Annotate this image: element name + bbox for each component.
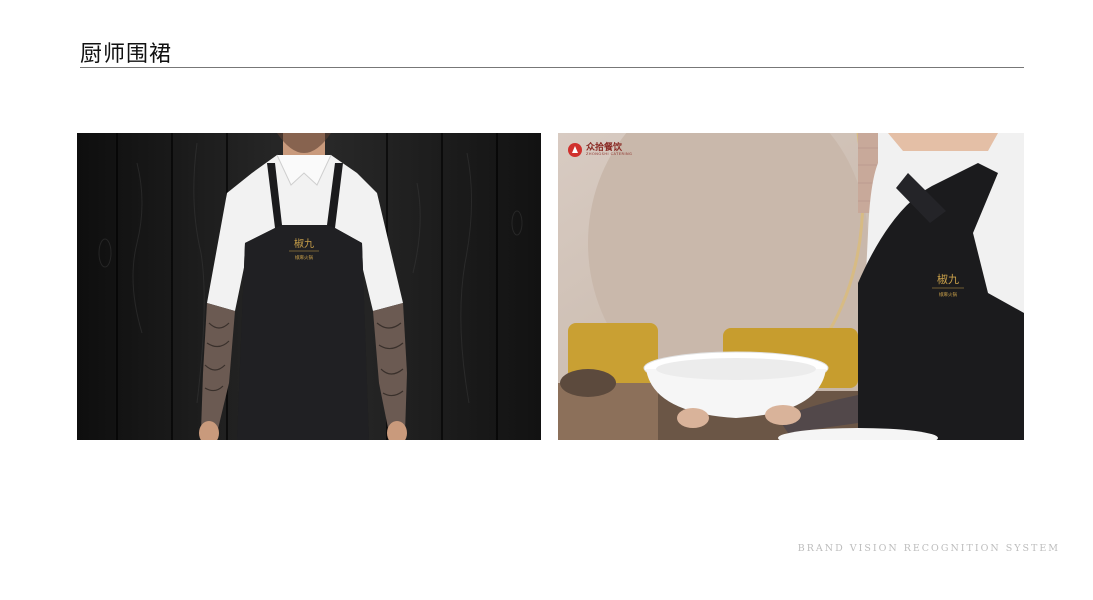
brand-logo-icon — [568, 143, 582, 157]
page-title: 厨师围裙 — [80, 42, 173, 67]
apron-photo-waitress-illustration: 椒九 椒麻火锅 — [558, 133, 1024, 440]
apron-logo-tagline: 椒麻火锅 — [295, 254, 313, 261]
apron-logo-tagline-2: 椒麻火锅 — [939, 291, 957, 298]
brand-logo-english: ZHONGSHI CATERING — [586, 151, 633, 156]
apron-logo-name-2: 椒九 — [937, 272, 959, 286]
apron-logo-name: 椒九 — [294, 237, 314, 250]
apron-photo-waitress: 椒九 椒麻火锅 众拾餐饮 ZHONGSHI CATERING — [558, 133, 1024, 440]
apron-photo-man: 椒九 椒麻火锅 — [77, 133, 541, 440]
brand-logo: 众拾餐饮 ZHONGSHI CATERING — [568, 143, 632, 157]
title-divider — [80, 67, 1024, 68]
apron-photo-man-illustration: 椒九 椒麻火锅 — [77, 133, 541, 440]
footer-tagline: BRAND VISION RECOGNITION SYSTEM — [797, 543, 1060, 554]
